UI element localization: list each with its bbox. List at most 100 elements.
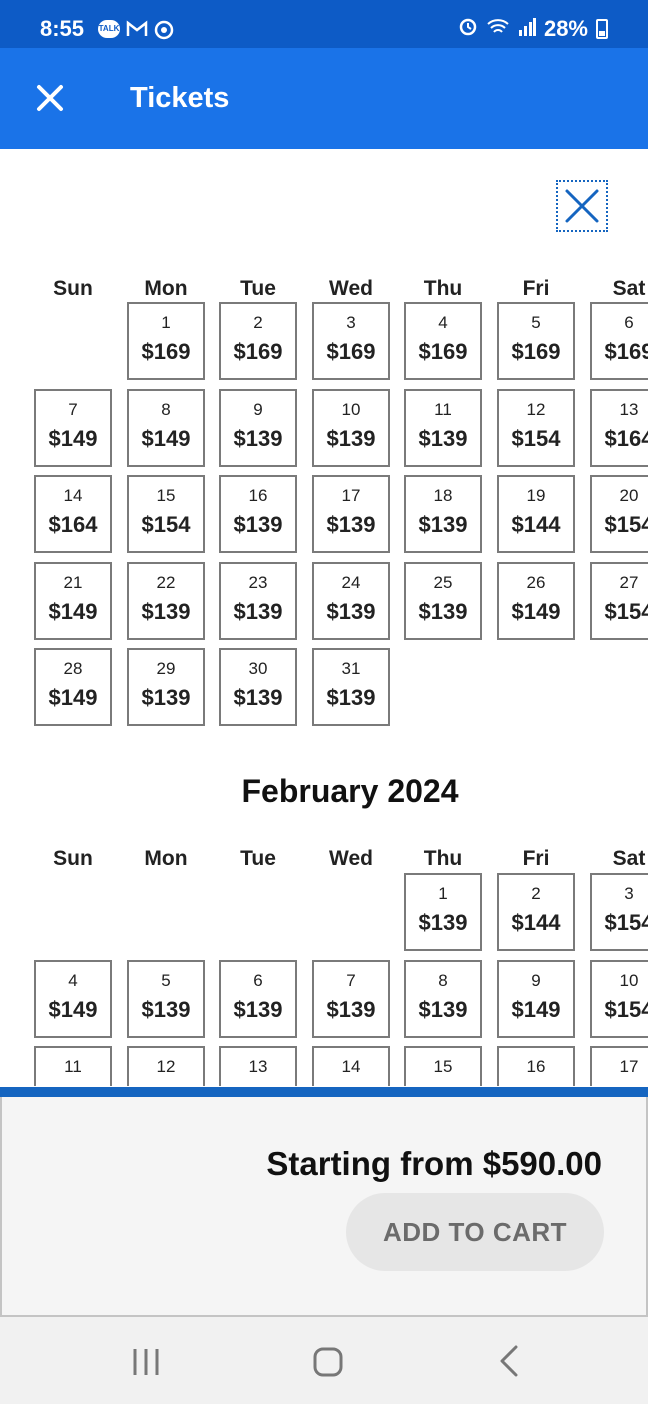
- weekday-fri: Fri: [522, 847, 550, 870]
- signal-icon: [518, 16, 536, 42]
- gmail-icon: [126, 20, 148, 45]
- day-number: 20: [619, 486, 639, 505]
- day-cell-january-21[interactable]: 21 $149: [34, 561, 112, 640]
- day-cell-january-12[interactable]: 12 $154: [497, 388, 575, 467]
- day-cell-february-8[interactable]: 8 $139: [404, 959, 482, 1038]
- day-cell-january-2[interactable]: 2 $169: [219, 302, 297, 380]
- dialog-close-button[interactable]: [556, 180, 608, 232]
- day-price: $139: [326, 598, 376, 624]
- day-cell-january-20[interactable]: 20 $154: [590, 475, 648, 553]
- day-cell-january-15[interactable]: 15 $154: [127, 475, 205, 553]
- day-cell-february-5[interactable]: 5 $139: [127, 959, 205, 1038]
- status-time: 8:55: [40, 16, 85, 41]
- day-number: 2: [531, 884, 541, 903]
- day-number: 6: [253, 970, 263, 990]
- day-cell-february-15[interactable]: 15: [404, 1046, 482, 1086]
- day-price: $139: [141, 598, 191, 624]
- calendar-content[interactable]: Sun Mon Tue Wed Thu Fri Sat 1 $169 2 $169 3 $169 4 $1…: [0, 149, 648, 1086]
- day-price: $139: [326, 685, 376, 710]
- day-number: 26: [526, 572, 546, 592]
- day-price: $169: [604, 339, 648, 364]
- day-cell-january-25[interactable]: 25 $139: [404, 561, 482, 640]
- day-cell-january-23[interactable]: 23 $139: [219, 561, 297, 640]
- day-number: 10: [619, 970, 639, 990]
- day-cell-february-17[interactable]: 17: [590, 1046, 648, 1086]
- day-price: $149: [48, 685, 98, 710]
- day-cell-january-7[interactable]: 7 $149: [34, 388, 112, 467]
- weekday-mon: Mon: [144, 277, 188, 300]
- day-cell-january-3[interactable]: 3 $169: [312, 302, 390, 380]
- day-number: 1: [438, 884, 448, 903]
- day-number: 6: [624, 313, 634, 332]
- day-cell-february-16[interactable]: 16: [497, 1046, 575, 1086]
- day-price: $169: [233, 339, 283, 364]
- day-number: 25: [433, 572, 453, 592]
- day-cell-january-26[interactable]: 26 $149: [497, 561, 575, 640]
- day-cell-january-28[interactable]: 28 $149: [34, 648, 112, 726]
- app-bar: Tickets: [0, 48, 648, 149]
- day-number: 11: [434, 399, 452, 419]
- day-number: 12: [526, 399, 546, 419]
- day-cell-february-4[interactable]: 4 $149: [34, 959, 112, 1038]
- day-cell-february-13[interactable]: 13: [219, 1046, 297, 1086]
- day-number: 4: [438, 313, 448, 332]
- weekday-sun: Sun: [53, 847, 93, 870]
- day-cell-january-24[interactable]: 24 $139: [312, 561, 390, 640]
- day-number: 21: [63, 572, 83, 592]
- day-price: $149: [141, 425, 191, 451]
- day-number: 29: [156, 659, 176, 678]
- battery-percent: 28%: [543, 16, 588, 41]
- day-cell-february-1[interactable]: 1 $139: [404, 873, 482, 951]
- day-cell-january-9[interactable]: 9 $139: [219, 388, 297, 467]
- recents-icon[interactable]: [126, 1341, 166, 1381]
- day-cell-january-29[interactable]: 29 $139: [127, 648, 205, 726]
- day-number: 2: [253, 313, 263, 332]
- back-icon[interactable]: [490, 1341, 530, 1381]
- day-cell-february-11[interactable]: 11: [34, 1046, 112, 1086]
- day-cell-february-14[interactable]: 14: [312, 1046, 390, 1086]
- footer-divider: [0, 1087, 648, 1097]
- day-price: $139: [233, 512, 283, 537]
- close-icon[interactable]: [34, 82, 66, 114]
- day-cell-january-4[interactable]: 4 $169: [404, 302, 482, 380]
- day-number: 9: [531, 970, 541, 990]
- day-cell-january-17[interactable]: 17 $139: [312, 475, 390, 553]
- day-number: 12: [156, 1057, 176, 1076]
- day-price: $139: [418, 425, 468, 451]
- day-cell-january-31[interactable]: 31 $139: [312, 648, 390, 726]
- day-number: 8: [438, 970, 448, 990]
- day-price: $139: [326, 425, 376, 451]
- day-price: $139: [233, 996, 283, 1022]
- day-cell-february-3[interactable]: 3 $154: [590, 873, 648, 951]
- day-cell-january-10[interactable]: 10 $139: [312, 388, 390, 467]
- add-to-cart-button[interactable]: ADD TO CART: [346, 1193, 604, 1271]
- day-cell-january-30[interactable]: 30 $139: [219, 648, 297, 726]
- day-cell-february-2[interactable]: 2 $144: [497, 873, 575, 951]
- day-cell-february-7[interactable]: 7 $139: [312, 959, 390, 1038]
- day-price: $154: [511, 425, 561, 451]
- day-cell-january-19[interactable]: 19 $144: [497, 475, 575, 553]
- day-number: 15: [156, 486, 176, 505]
- day-price: $154: [604, 512, 648, 537]
- day-cell-january-5[interactable]: 5 $169: [497, 302, 575, 380]
- day-cell-january-11[interactable]: 11 $139: [404, 388, 482, 467]
- home-icon[interactable]: [307, 1341, 347, 1381]
- day-cell-february-10[interactable]: 10 $154: [590, 959, 648, 1038]
- day-cell-january-27[interactable]: 27 $154: [590, 561, 648, 640]
- day-cell-february-12[interactable]: 12: [127, 1046, 205, 1086]
- day-cell-january-1[interactable]: 1 $169: [127, 302, 205, 380]
- day-cell-january-8[interactable]: 8 $149: [127, 388, 205, 467]
- day-number: 7: [68, 399, 78, 419]
- day-cell-february-9[interactable]: 9 $149: [497, 959, 575, 1038]
- day-cell-january-22[interactable]: 22 $139: [127, 561, 205, 640]
- day-number: 10: [341, 399, 361, 419]
- day-price: $169: [418, 339, 468, 364]
- day-cell-january-18[interactable]: 18 $139: [404, 475, 482, 553]
- day-cell-january-6[interactable]: 6 $169: [590, 302, 648, 380]
- day-number: 28: [63, 659, 83, 678]
- day-cell-january-16[interactable]: 16 $139: [219, 475, 297, 553]
- day-number: 31: [341, 659, 361, 678]
- day-cell-january-13[interactable]: 13 $164: [590, 388, 648, 467]
- day-cell-january-14[interactable]: 14 $164: [34, 475, 112, 553]
- day-cell-february-6[interactable]: 6 $139: [219, 959, 297, 1038]
